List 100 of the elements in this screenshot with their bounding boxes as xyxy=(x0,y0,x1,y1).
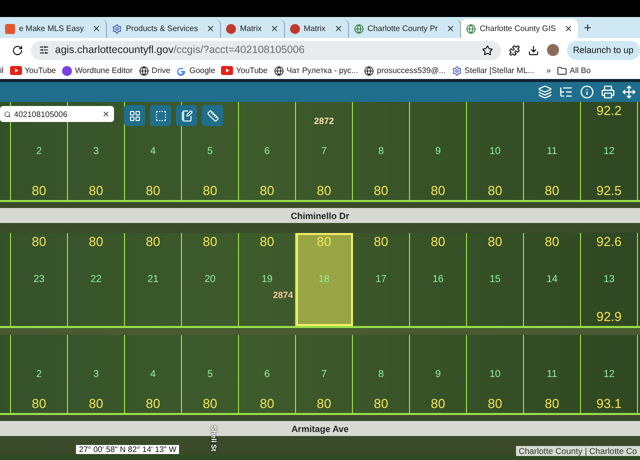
road-label: Chiminello Dr xyxy=(290,210,350,220)
parcel-lot[interactable]: 4 80 xyxy=(125,335,182,413)
lot-number: 12 xyxy=(603,368,615,380)
more-bookmarks-button[interactable]: » xyxy=(546,66,551,75)
parcel-lot[interactable]: 12 93.1 xyxy=(581,335,638,413)
close-icon[interactable] xyxy=(92,24,101,33)
dashed-square-icon xyxy=(154,110,166,122)
globe-icon xyxy=(354,24,364,34)
lot-dimension: 80 xyxy=(88,397,104,411)
select-tool-button[interactable] xyxy=(150,105,171,126)
lot-number: 18 xyxy=(318,274,330,285)
close-icon[interactable] xyxy=(270,24,279,33)
bookmark-link[interactable]: Google xyxy=(176,66,216,76)
move-icon[interactable] xyxy=(622,85,636,99)
gear-icon xyxy=(112,24,122,34)
close-icon[interactable] xyxy=(334,24,343,33)
bookmark-link[interactable]: Чат Рулетка - рус... xyxy=(274,66,358,76)
lot-dimension: 80 xyxy=(430,397,446,411)
new-tab-button[interactable]: + xyxy=(578,20,598,35)
parcel-lot[interactable]: 80 14 xyxy=(524,233,581,326)
profile-avatar[interactable] xyxy=(547,44,559,56)
lot-number: 10 xyxy=(489,368,501,380)
measure-tool-button[interactable] xyxy=(202,105,223,126)
parcel-lot[interactable]: 9 80 xyxy=(410,102,467,200)
parcel-lot[interactable]: 6 80 xyxy=(239,102,296,200)
list-icon[interactable] xyxy=(559,85,573,99)
note-tool-button[interactable] xyxy=(176,105,197,126)
parcel-lot[interactable]: 7 80 2872 xyxy=(296,102,353,200)
circle-logo-icon xyxy=(290,24,300,34)
lot-dimension: 80 xyxy=(88,235,104,249)
bookmark-link[interactable]: Wordtune Editor xyxy=(62,66,133,76)
browser-tab[interactable]: Charlotte County GIS xyxy=(460,19,578,38)
aerial-map[interactable] xyxy=(0,102,640,460)
parcel-lot[interactable]: 7 80 xyxy=(296,335,353,413)
grid-tool-button[interactable] xyxy=(124,105,145,126)
lot-dimension: 80 xyxy=(544,184,560,198)
lot-number: 6 xyxy=(264,146,270,156)
parcel-lot[interactable]: 80 15 xyxy=(467,233,524,326)
road-label: Armitage Ave xyxy=(291,424,349,434)
address-bar[interactable]: agis.charlottecountyfl.gov/ccgis/?acct=402108105006 xyxy=(31,40,501,60)
close-icon[interactable] xyxy=(206,24,215,33)
parcel-lot[interactable]: 92.2 12 92.5 xyxy=(581,102,638,200)
layers-icon[interactable] xyxy=(538,85,552,99)
site-icon xyxy=(5,24,15,34)
close-icon[interactable] xyxy=(446,24,455,33)
globe-icon xyxy=(138,66,149,76)
clear-icon[interactable] xyxy=(102,110,110,118)
parcel-lot[interactable]: 92.6 13 92.9 xyxy=(581,233,638,326)
parcel-lot[interactable]: 11 80 xyxy=(524,335,581,413)
lot-number: 12 xyxy=(603,146,615,156)
bookmark-link[interactable]: YouTube xyxy=(10,66,56,75)
globe-icon xyxy=(274,66,284,76)
parcel-lot[interactable]: 8 80 xyxy=(353,335,410,413)
close-icon[interactable] xyxy=(564,24,573,33)
parcel-lot[interactable]: 10 80 xyxy=(467,335,524,413)
parcel-lot[interactable]: 2 80 xyxy=(11,335,68,413)
parcel-lot[interactable]: 80 21 xyxy=(125,233,182,326)
parcel-lot[interactable]: 80 16 xyxy=(410,233,467,326)
site-settings-icon[interactable] xyxy=(39,45,49,55)
parcel-lot[interactable]: 10 80 xyxy=(467,102,524,200)
circle-logo-icon xyxy=(62,66,72,76)
lot-dimension: 92.6 xyxy=(596,235,622,249)
lot-dimension: 92.5 xyxy=(596,184,622,198)
print-icon[interactable] xyxy=(601,85,615,99)
ruler-icon xyxy=(206,110,218,122)
parcel-lot[interactable]: 8 80 xyxy=(353,102,410,200)
lot-number: 7 xyxy=(321,146,327,156)
lot-dimension: 80 xyxy=(488,184,502,198)
bookmark-link[interactable]: YouTube xyxy=(221,66,268,75)
all-bookmarks-link[interactable]: All Bo xyxy=(556,66,591,76)
lot-dimension: 80 xyxy=(146,184,160,198)
reload-icon[interactable] xyxy=(12,44,23,56)
parcel-lot[interactable]: 6 80 xyxy=(239,335,296,413)
lot-number: 3 xyxy=(93,368,99,380)
bookmark-link[interactable]: Stellar [Stellar ML... xyxy=(452,66,534,76)
lot-number: 11 xyxy=(546,368,558,380)
lot-number: 9 xyxy=(435,146,441,156)
parcel-lot[interactable]: 80 23 xyxy=(11,233,68,326)
lot-number: 10 xyxy=(489,146,501,156)
bookmark-link[interactable]: prosuccess539@... xyxy=(364,66,446,76)
search-field[interactable]: 402108105006 xyxy=(0,106,114,122)
parcel-lot[interactable]: 80 17 xyxy=(353,233,410,326)
lot-number: 5 xyxy=(207,146,213,156)
parcel-lot[interactable]: 5 80 xyxy=(182,335,239,413)
parcel-lot[interactable]: 3 80 xyxy=(68,335,125,413)
download-icon[interactable] xyxy=(528,44,539,56)
parcel-lot[interactable]: 80 22 xyxy=(68,233,125,326)
bookmark-link[interactable]: il xyxy=(0,66,4,75)
lot-number: 5 xyxy=(207,368,213,380)
extensions-icon[interactable] xyxy=(509,44,520,56)
bookmark-link[interactable]: Drive xyxy=(138,66,170,76)
parcel-lot[interactable]: 80 19 2874 xyxy=(239,233,296,326)
star-icon[interactable] xyxy=(482,44,493,56)
parcel-lot[interactable]: 11 80 xyxy=(524,102,581,200)
grid-icon xyxy=(128,110,140,122)
relaunch-button[interactable]: Relaunch to up xyxy=(567,40,640,60)
info-icon[interactable] xyxy=(580,85,594,99)
parcel-lot[interactable]: 9 80 xyxy=(410,335,467,413)
parcel-lot[interactable]: 80 20 xyxy=(182,233,239,326)
circle-logo-icon xyxy=(226,24,236,34)
